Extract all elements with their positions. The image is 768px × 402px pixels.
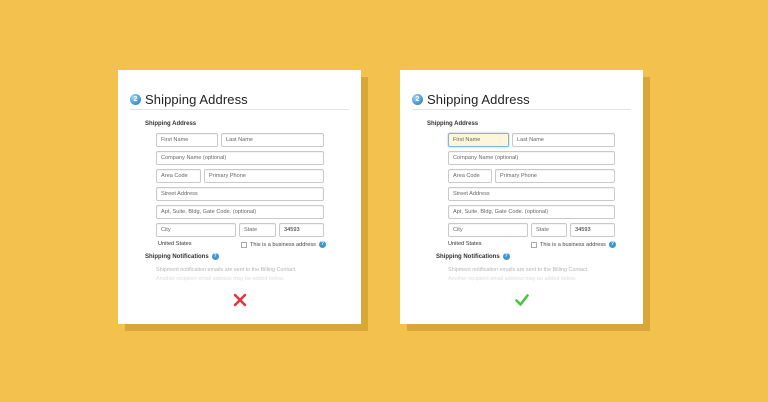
zip-field[interactable]: 34593: [570, 223, 615, 237]
card-header: 2 Shipping Address: [412, 92, 530, 107]
company-field[interactable]: Company Name (optional): [156, 151, 324, 165]
business-address-checkbox[interactable]: [241, 241, 247, 248]
zip-field[interactable]: 34593: [279, 223, 324, 237]
correct-example-card: 2 Shipping Address Shipping Address Firs…: [400, 70, 643, 324]
notification-line-1: Shipment notification emails are sent to…: [156, 267, 297, 273]
card-header: 2 Shipping Address: [130, 92, 248, 107]
card-title: Shipping Address: [145, 92, 248, 107]
section-label: Shipping Address: [427, 121, 479, 127]
area-code-field[interactable]: Area Code: [156, 169, 201, 183]
first-name-field[interactable]: First Name: [156, 133, 218, 147]
notification-line-2: Another recipient email address may be a…: [448, 276, 577, 282]
shipping-notifications-label: Shipping Notifications: [436, 253, 500, 260]
first-name-field[interactable]: First Name: [448, 133, 509, 147]
shipping-notifications-heading: Shipping Notifications ?: [436, 253, 510, 260]
notification-description: Shipment notification emails are sent to…: [156, 266, 336, 284]
primary-phone-field[interactable]: Primary Phone: [204, 169, 324, 183]
company-field[interactable]: Company Name (optional): [448, 151, 615, 165]
notification-description: Shipment notification emails are sent to…: [448, 266, 628, 284]
section-label: Shipping Address: [145, 121, 197, 127]
help-icon[interactable]: ?: [608, 241, 616, 248]
check-icon: [514, 294, 529, 306]
incorrect-example-card: 2 Shipping Address Shipping Address Firs…: [118, 70, 361, 324]
business-address-checkbox[interactable]: [531, 241, 537, 248]
apt-suite-field[interactable]: Apt, Suite, Bldg, Gate Code. (optional): [448, 205, 615, 219]
notification-line-1: Shipment notification emails are sent to…: [448, 267, 589, 273]
step-number-badge: 2: [130, 94, 141, 105]
last-name-field[interactable]: Last Name: [221, 133, 324, 147]
divider: [130, 109, 349, 110]
country-label: United States: [448, 241, 482, 247]
shipping-notifications-label: Shipping Notifications: [145, 253, 209, 260]
area-code-field[interactable]: Area Code: [448, 169, 492, 183]
primary-phone-field[interactable]: Primary Phone: [495, 169, 615, 183]
business-address-option[interactable]: This is a business address ?: [531, 241, 616, 248]
state-field[interactable]: State: [239, 223, 276, 237]
city-field[interactable]: City: [448, 223, 528, 237]
help-icon[interactable]: ?: [502, 253, 510, 260]
divider: [412, 109, 631, 110]
business-address-label: This is a business address: [250, 241, 316, 248]
state-field[interactable]: State: [531, 223, 567, 237]
x-icon: [233, 293, 246, 307]
country-label: United States: [158, 241, 192, 247]
help-icon[interactable]: ?: [211, 253, 219, 260]
street-address-field[interactable]: Street Address: [156, 187, 324, 201]
last-name-field[interactable]: Last Name: [512, 133, 615, 147]
help-icon[interactable]: ?: [318, 241, 326, 248]
apt-suite-field[interactable]: Apt, Suite, Bldg, Gate Code. (optional): [156, 205, 324, 219]
business-address-option[interactable]: This is a business address ?: [241, 241, 326, 248]
street-address-field[interactable]: Street Address: [448, 187, 615, 201]
card-title: Shipping Address: [427, 92, 530, 107]
notification-line-2: Another recipient email address may be a…: [156, 276, 285, 282]
shipping-notifications-heading: Shipping Notifications ?: [145, 253, 219, 260]
business-address-label: This is a business address: [540, 241, 606, 248]
step-number-badge: 2: [412, 94, 423, 105]
city-field[interactable]: City: [156, 223, 236, 237]
